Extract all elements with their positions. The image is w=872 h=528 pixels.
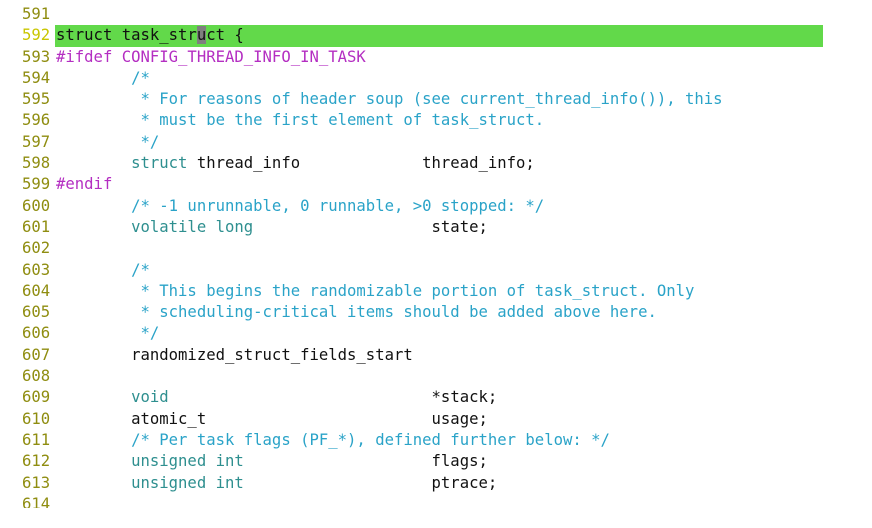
line-number: 606: [22, 324, 51, 343]
line-code: */: [56, 323, 159, 344]
code-line[interactable]: 613 unsigned int ptrace;: [0, 473, 872, 494]
line-number: 597: [22, 132, 51, 151]
code-line[interactable]: 604 * This begins the randomizable porti…: [0, 281, 872, 302]
line-number: 596: [22, 111, 51, 130]
code-line[interactable]: 603 /*: [0, 260, 872, 281]
line-code: volatile long state;: [56, 217, 488, 238]
code-token: /*: [56, 260, 150, 279]
code-line[interactable]: 593 #ifdef CONFIG_THREAD_INFO_IN_TASK: [0, 47, 872, 68]
code-token: unsigned int: [56, 473, 244, 492]
code-token: void: [56, 388, 169, 407]
line-code: unsigned int ptrace;: [56, 473, 497, 494]
line-number: 608: [22, 367, 51, 386]
code-token: atomic_t usage;: [56, 409, 488, 428]
code-token: * must be the first element of task_stru…: [56, 111, 545, 130]
code-token: struct: [56, 154, 188, 173]
code-line[interactable]: 600 /* -1 unrunnable, 0 runnable, >0 sto…: [0, 196, 872, 217]
code-line[interactable]: 606 */: [0, 323, 872, 344]
line-code: * For reasons of header soup (see curren…: [56, 89, 723, 110]
line-code: #endif: [56, 174, 112, 195]
code-token: unsigned int: [56, 452, 244, 471]
line-code: randomized_struct_fields_start: [56, 345, 413, 366]
code-token: * For reasons of header soup (see curren…: [56, 90, 723, 109]
line-number: 592: [22, 26, 51, 45]
line-code: struct thread_info thread_info;: [56, 153, 535, 174]
code-token: /* -1 unrunnable, 0 runnable, >0 stopped…: [56, 196, 545, 215]
line-number: 602: [22, 239, 51, 258]
code-token: struct task_str: [56, 26, 197, 45]
code-line[interactable]: 608: [0, 366, 872, 387]
code-token: flags;: [243, 452, 488, 471]
code-line[interactable]: 614: [0, 494, 872, 508]
code-line[interactable]: 602: [0, 238, 872, 259]
code-token: #ifdef CONFIG_THREAD_INFO_IN_TASK: [56, 47, 366, 66]
line-number: 594: [22, 68, 51, 87]
code-line[interactable]: 599 #endif: [0, 174, 872, 195]
code-line[interactable]: 592 struct task_struct {: [0, 25, 872, 47]
code-line[interactable]: 597 */: [0, 132, 872, 153]
code-line[interactable]: 598 struct thread_info thread_info;: [0, 153, 872, 174]
code-token: ct {: [206, 26, 244, 45]
line-number: 614: [22, 494, 51, 508]
code-token: *stack;: [168, 388, 498, 407]
code-token: state;: [253, 217, 488, 236]
line-number: 599: [22, 175, 51, 194]
line-number: 600: [22, 196, 51, 215]
line-number: 593: [22, 47, 51, 66]
line-number: 595: [22, 90, 51, 109]
line-number: 609: [22, 388, 51, 407]
line-number: 605: [22, 303, 51, 322]
code-token: /* Per task flags (PF_*), defined furthe…: [56, 430, 610, 449]
code-token: * This begins the randomizable portion o…: [56, 281, 695, 300]
code-line[interactable]: 595 * For reasons of header soup (see cu…: [0, 89, 872, 110]
line-code: /*: [56, 68, 150, 89]
code-line[interactable]: 607 randomized_struct_fields_start: [0, 345, 872, 366]
code-token: */: [56, 132, 160, 151]
line-number: 607: [22, 345, 51, 364]
line-code: unsigned int flags;: [56, 451, 488, 472]
line-code: * This begins the randomizable portion o…: [56, 281, 694, 302]
line-code: */: [56, 132, 159, 153]
code-line[interactable]: 612 unsigned int flags;: [0, 451, 872, 472]
line-number: 613: [22, 473, 51, 492]
line-number: 591: [22, 5, 51, 23]
code-token: * scheduling-critical items should be ad…: [56, 303, 657, 322]
code-token: /*: [56, 68, 150, 87]
code-token: #endif: [56, 175, 113, 194]
code-token: */: [56, 324, 160, 343]
line-number: 603: [22, 260, 51, 279]
code-line[interactable]: 611 /* Per task flags (PF_*), defined fu…: [0, 430, 872, 451]
code-token: ptrace;: [243, 473, 498, 492]
code-line[interactable]: 609 void *stack;: [0, 387, 872, 408]
text-cursor: u: [196, 26, 207, 45]
line-code: * must be the first element of task_stru…: [56, 110, 544, 131]
line-code: /*: [56, 260, 150, 281]
line-number: 598: [22, 154, 51, 173]
line-number: 611: [22, 430, 51, 449]
code-line[interactable]: 605 * scheduling-critical items should b…: [0, 302, 872, 323]
line-code: #ifdef CONFIG_THREAD_INFO_IN_TASK: [56, 47, 366, 68]
code-line[interactable]: 601 volatile long state;: [0, 217, 872, 238]
code-line[interactable]: 596 * must be the first element of task_…: [0, 110, 872, 131]
line-code: void *stack;: [56, 387, 497, 408]
line-code: /* Per task flags (PF_*), defined furthe…: [56, 430, 610, 451]
line-number: 612: [22, 452, 51, 471]
code-line[interactable]: 591: [0, 4, 872, 25]
code-token: volatile long: [56, 217, 254, 236]
line-code: /* -1 unrunnable, 0 runnable, >0 stopped…: [56, 196, 544, 217]
code-token: randomized_struct_fields_start: [56, 345, 413, 364]
line-number: 601: [22, 217, 51, 236]
code-line[interactable]: 594 /*: [0, 68, 872, 89]
line-number: 604: [22, 281, 51, 300]
line-code: * scheduling-critical items should be ad…: [56, 302, 657, 323]
current-line-code: struct task_struct {: [55, 25, 823, 47]
line-code: atomic_t usage;: [56, 409, 488, 430]
code-editor[interactable]: 591 592 struct task_struct {593 #ifdef CONF…: [0, 0, 872, 528]
code-line[interactable]: 610 atomic_t usage;: [0, 409, 872, 430]
line-number: 610: [22, 409, 51, 428]
code-token: thread_info thread_info;: [187, 154, 535, 173]
